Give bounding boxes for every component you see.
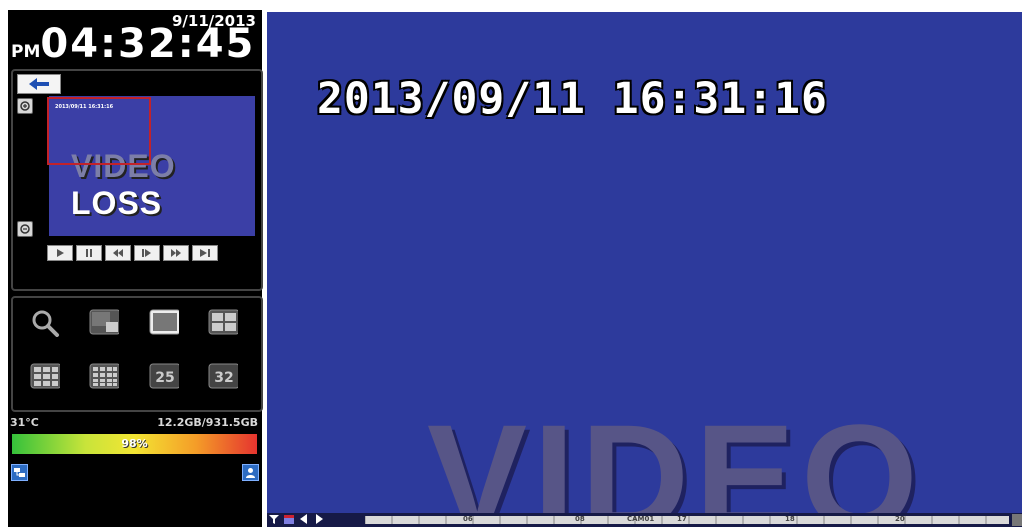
nine-split-button[interactable]	[30, 363, 60, 390]
svg-text:32: 32	[214, 370, 233, 386]
view-25-icon: 25	[149, 363, 179, 389]
clock: PM04:32:45	[11, 24, 255, 64]
pip-view-icon	[89, 309, 119, 335]
timeline-label: CAM01	[627, 515, 655, 523]
clock-time: 04:32:45	[40, 21, 256, 67]
pip-view-button[interactable]	[89, 309, 119, 336]
next-button[interactable]	[192, 245, 218, 261]
next-icon	[200, 249, 210, 257]
timeline-label: 06	[463, 515, 473, 523]
timeline-end-button[interactable]	[1012, 514, 1022, 526]
svg-text:25: 25	[155, 370, 174, 386]
user-icon	[246, 468, 255, 478]
main-video-view[interactable]: 2013/09/11 16:31:16 VIDEO 06 08 CAM01 17…	[267, 12, 1022, 527]
timeline-label: 20	[895, 515, 905, 523]
timeline-label: 17	[677, 515, 687, 523]
network-icon	[14, 468, 25, 477]
quad-view-button[interactable]	[208, 309, 238, 336]
status-area: 31°C 12.2GB/931.5GB 98%	[8, 414, 262, 484]
user-button[interactable]	[242, 464, 259, 481]
hdd-usage-percent: 98%	[121, 437, 148, 450]
view-32-button[interactable]: 32	[208, 363, 238, 390]
zoom-minus-icon	[20, 224, 30, 234]
hdd-usage-bar: 98%	[12, 434, 257, 454]
control-panel: 9/11/2013 PM04:32:45 2013/09/11 16:31:16…	[8, 10, 263, 527]
play-button[interactable]	[47, 245, 73, 261]
step-icon	[142, 249, 151, 257]
pause-icon	[86, 249, 92, 257]
next-arrow-icon[interactable]	[314, 514, 324, 524]
back-button[interactable]	[17, 74, 61, 94]
arrow-left-icon	[29, 78, 49, 90]
timeline-bar: 06 08 CAM01 17 18 20	[267, 513, 1022, 527]
step-button[interactable]	[134, 245, 160, 261]
pause-button[interactable]	[76, 245, 102, 261]
rewind-icon	[113, 249, 123, 257]
temperature-readout: 31°C	[10, 416, 39, 429]
rewind-button[interactable]	[105, 245, 131, 261]
osd-timestamp: 2013/09/11 16:31:16	[317, 74, 828, 124]
fast-forward-icon	[171, 249, 181, 257]
playback-controls	[47, 245, 218, 263]
network-button[interactable]	[11, 464, 28, 481]
prev-arrow-icon[interactable]	[299, 514, 309, 524]
video-loss-background-text: VIDEO	[427, 393, 924, 527]
calendar-icon[interactable]	[284, 514, 294, 524]
clock-ampm: PM	[11, 42, 41, 62]
search-icon	[32, 310, 59, 337]
sixteen-split-button[interactable]	[89, 363, 119, 390]
zoom-region-box[interactable]	[47, 97, 151, 165]
fast-forward-button[interactable]	[163, 245, 189, 261]
search-button[interactable]	[30, 310, 60, 337]
zoom-plus-icon	[20, 101, 30, 111]
view-25-button[interactable]: 25	[149, 363, 179, 390]
timeline-ticks	[365, 516, 987, 524]
timeline-label: 18	[785, 515, 795, 523]
zoom-in-button[interactable]	[17, 98, 33, 114]
hdd-capacity-readout: 12.2GB/931.5GB	[157, 416, 258, 429]
single-view-button[interactable]	[149, 309, 179, 336]
preview-panel: 2013/09/11 16:31:16 VIDEO LOSS	[11, 69, 263, 291]
timeline-controls	[269, 514, 324, 524]
timeline-label: 08	[575, 515, 585, 523]
play-icon	[57, 249, 64, 257]
video-loss-bright: LOSS	[71, 185, 163, 221]
sixteen-split-icon	[89, 363, 119, 389]
zoom-out-button[interactable]	[17, 221, 33, 237]
view-32-icon: 32	[208, 363, 238, 389]
filter-icon[interactable]	[269, 514, 279, 524]
nine-split-icon	[30, 363, 60, 389]
timeline-ruler[interactable]: 06 08 CAM01 17 18 20	[365, 515, 1009, 524]
quad-view-icon	[208, 309, 238, 335]
single-view-icon	[149, 309, 179, 335]
view-mode-panel: 25 32	[11, 296, 263, 412]
